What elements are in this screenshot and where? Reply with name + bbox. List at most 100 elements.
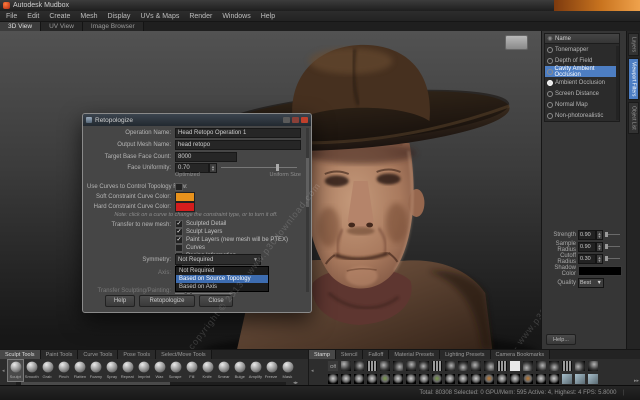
filter-list-header[interactable]: ◉ Name: [545, 34, 619, 44]
property-spinner[interactable]: ▲▼: [596, 242, 603, 252]
stamp-thumbnail[interactable]: [548, 373, 560, 385]
tray-tab-camera-bookmarks[interactable]: Camera Bookmarks: [491, 350, 551, 359]
stamp-thumbnail[interactable]: [509, 373, 521, 385]
property-value-input[interactable]: 0.30: [578, 254, 596, 264]
stamp-thumbnail[interactable]: [483, 373, 495, 385]
scroll-left-icon[interactable]: ◂: [311, 368, 314, 374]
transfer-option-curves[interactable]: Curves: [175, 244, 288, 252]
property-spinner[interactable]: ▲▼: [596, 230, 603, 240]
stamp-thumbnail[interactable]: [535, 373, 547, 385]
slider-handle[interactable]: [276, 164, 279, 171]
filter-toggle-icon[interactable]: [545, 102, 555, 108]
stamp-off-button[interactable]: Off: [327, 360, 339, 372]
tool-smear[interactable]: Smear: [216, 360, 231, 381]
tray-tab-stencil[interactable]: Stencil: [336, 350, 364, 359]
menu-mesh[interactable]: Mesh: [80, 13, 97, 20]
tray-tab-layers[interactable]: Layers: [628, 33, 639, 56]
stamp-thumbnail[interactable]: [561, 373, 573, 385]
property-spinner[interactable]: ▲▼: [596, 254, 603, 264]
stamp-thumbnail[interactable]: [496, 373, 508, 385]
tool-spray[interactable]: Spray: [104, 360, 119, 381]
tray-tab-object-list[interactable]: Object List: [628, 102, 639, 134]
tray-tab-pose-tools[interactable]: Pose Tools: [118, 350, 156, 359]
panel-help-button[interactable]: Help...: [546, 334, 576, 345]
hard-constraint-swatch[interactable]: [175, 202, 195, 212]
tool-foamy[interactable]: Foamy: [88, 360, 103, 381]
tray-tab-viewport-filters[interactable]: Viewport Filters: [628, 58, 639, 100]
stamp-thumbnail[interactable]: [574, 360, 586, 372]
stamp-thumbnail[interactable]: [548, 360, 560, 372]
tool-scrape[interactable]: Scrape: [168, 360, 183, 381]
stamp-thumbnail[interactable]: [431, 373, 443, 385]
stamp-thumbnail[interactable]: [353, 360, 365, 372]
stamp-thumbnail[interactable]: [457, 360, 469, 372]
output-mesh-name-input[interactable]: head retopo: [175, 140, 301, 150]
stamp-thumbnail[interactable]: [496, 360, 508, 372]
dialog-scrollbar[interactable]: [306, 128, 309, 292]
stamp-thumbnail[interactable]: [522, 373, 534, 385]
tool-sculpt[interactable]: Sculpt: [8, 360, 23, 381]
dialog-title-bar[interactable]: Retopologize: [83, 114, 311, 126]
transfer-option-sculpted-detail[interactable]: ✓Sculpted Detail: [175, 220, 288, 228]
tray-tab-material-presets[interactable]: Material Presets: [389, 350, 440, 359]
tool-imprint[interactable]: Imprint: [136, 360, 151, 381]
use-curves-checkbox[interactable]: [175, 183, 183, 191]
property-slider[interactable]: [605, 258, 620, 259]
tool-fill[interactable]: Fill: [184, 360, 199, 381]
shadow-color-swatch[interactable]: [578, 266, 622, 276]
property-value-input[interactable]: 0.90: [578, 230, 596, 240]
tab-uv-view[interactable]: UV View: [41, 22, 83, 31]
checkbox-icon[interactable]: [175, 244, 183, 252]
operation-name-input[interactable]: Head Retopo Operation 1: [175, 128, 301, 138]
stamp-thumbnail[interactable]: [509, 360, 521, 372]
tool-grab[interactable]: Grab: [40, 360, 55, 381]
stamp-thumbnail[interactable]: [483, 360, 495, 372]
checkbox-icon[interactable]: ✓: [175, 220, 183, 228]
menu-uvs-maps[interactable]: UVs & Maps: [140, 13, 179, 20]
filter-toggle-icon[interactable]: [545, 47, 555, 53]
retopologize-button[interactable]: Retopologize: [139, 295, 195, 307]
stamp-thumbnail[interactable]: [405, 360, 417, 372]
face-uniformity-input[interactable]: 0.70: [175, 163, 209, 173]
stamp-thumbnail[interactable]: [444, 373, 456, 385]
transfer-option-paint-layers-new-mesh-will-be-ptex-[interactable]: ✓Paint Layers (new mesh will be PTEX): [175, 236, 288, 244]
tool-bulge[interactable]: Bulge: [232, 360, 247, 381]
stamp-thumbnail[interactable]: [587, 373, 599, 385]
symmetry-option-based-on-source-topology[interactable]: Based on Source Topology: [176, 275, 268, 283]
tool-knife[interactable]: Knife: [200, 360, 215, 381]
menu-edit[interactable]: Edit: [27, 13, 39, 20]
scroll-left-icon[interactable]: ◂: [2, 368, 5, 374]
stamp-thumbnail[interactable]: [470, 373, 482, 385]
close-button[interactable]: Close: [199, 295, 233, 307]
tray-tab-sculpt-tools[interactable]: Sculpt Tools: [0, 350, 41, 359]
tool-pinch[interactable]: Pinch: [56, 360, 71, 381]
filter-toggle-icon[interactable]: [545, 80, 555, 86]
stamp-thumbnail[interactable]: [431, 360, 443, 372]
face-uniformity-spinner[interactable]: ▲▼: [209, 163, 217, 173]
stamp-thumbnail[interactable]: [353, 373, 365, 385]
filter-row-tonemapper[interactable]: Tonemapper: [545, 44, 619, 55]
stamp-thumbnail[interactable]: [457, 373, 469, 385]
stamp-thumbnail[interactable]: [340, 360, 352, 372]
tool-freeze[interactable]: Freeze: [264, 360, 279, 381]
filter-toggle-icon[interactable]: [545, 69, 554, 75]
stamp-thumbnail[interactable]: [392, 360, 404, 372]
filter-row-ambient-occlusion[interactable]: Ambient Occlusion: [545, 77, 619, 88]
menu-create[interactable]: Create: [49, 13, 70, 20]
dialog-maximize-button[interactable]: [292, 117, 299, 123]
filter-row-screen-distance[interactable]: Screen Distance: [545, 88, 619, 99]
stamp-thumbnail[interactable]: [418, 360, 430, 372]
stamp-thumbnail[interactable]: [587, 360, 599, 372]
tool-smooth[interactable]: Smooth: [24, 360, 39, 381]
quality-dropdown[interactable]: Best▼: [578, 278, 604, 288]
menu-render[interactable]: Render: [189, 13, 212, 20]
tab-3d-view[interactable]: 3D View: [0, 22, 41, 31]
viewport-overlay-chip[interactable]: [505, 35, 528, 50]
filter-row-non-photorealistic[interactable]: Non-photorealistic: [545, 110, 619, 121]
stamp-thumbnail[interactable]: [470, 360, 482, 372]
stamp-thumbnail[interactable]: [444, 360, 456, 372]
checkbox-icon[interactable]: ✓: [175, 228, 183, 236]
stamp-thumbnail[interactable]: [405, 373, 417, 385]
tool-wax[interactable]: Wax: [152, 360, 167, 381]
property-slider[interactable]: [605, 234, 620, 235]
